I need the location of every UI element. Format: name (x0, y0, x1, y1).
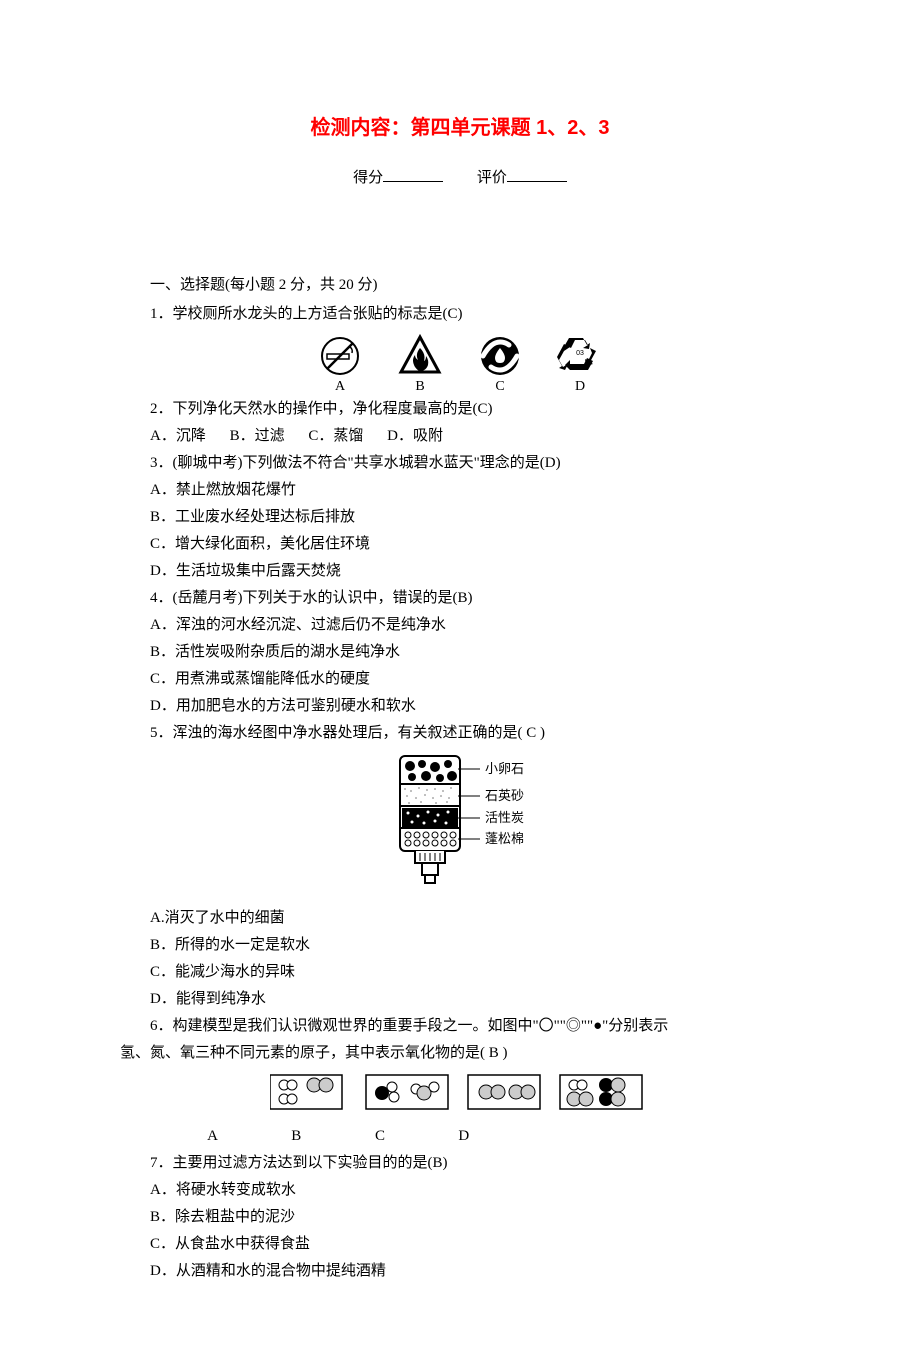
molecule-box-a (270, 1075, 342, 1109)
q7-opt-b: B．除去粗盐中的泥沙 (120, 1204, 800, 1231)
molecule-box-b (366, 1075, 448, 1109)
q1-label-b: B (415, 379, 424, 394)
q2-options: A．沉降 B．过滤 C．蒸馏 D．吸附 (120, 423, 800, 450)
q7-opt-d: D．从酒精和水的混合物中提纯酒精 (120, 1258, 800, 1285)
q1-label-a: A (335, 379, 346, 394)
question-6-line2: 氢、氮、氧三种不同元素的原子，其中表示氧化物的是( B ) (120, 1040, 800, 1067)
q6-option-labels: A B C D (120, 1123, 800, 1150)
q6-label-b: B (241, 1123, 321, 1150)
section-1-head: 一、选择题(每小题 2 分，共 20 分) (120, 272, 800, 299)
q2-opt-b: B．过滤 (230, 428, 285, 444)
q4-opt-c: C．用煮沸或蒸馏能降低水的硬度 (120, 666, 800, 693)
eval-blank (507, 164, 567, 182)
eval-label: 评价 (477, 170, 507, 186)
filter-layer-3: 活性炭 (485, 810, 524, 825)
flammable-icon: B (401, 337, 439, 394)
q6-label-c: C (325, 1123, 405, 1150)
filter-layer-2: 石英砂 (485, 788, 524, 803)
score-label: 得分 (353, 170, 383, 186)
water-filter-diagram: 小卵石 石英砂 活性炭 蓬松棉 (120, 751, 800, 901)
q3-opt-b: B．工业废水经处理达标后排放 (120, 504, 800, 531)
water-save-icon: C (481, 337, 519, 394)
q1-label-d: D (575, 379, 585, 394)
question-7: 7．主要用过滤方法达到以下实验目的的是(B) (120, 1150, 800, 1177)
question-1: 1．学校厕所水龙头的上方适合张贴的标志是(C) (120, 301, 800, 328)
score-eval-row: 得分 评价 (120, 164, 800, 192)
q5-opt-b: B．所得的水一定是软水 (120, 932, 800, 959)
q1-label-c: C (495, 379, 504, 394)
q3-opt-a: A．禁止燃放烟花爆竹 (120, 477, 800, 504)
q3-opt-c: C．增大绿化面积，美化居住环境 (120, 531, 800, 558)
score-blank (383, 164, 443, 182)
question-5: 5．浑浊的海水经图中净水器处理后，有关叙述正确的是( C ) (120, 720, 800, 747)
recycle-icon: 03 D (557, 338, 596, 394)
q2-opt-a: A．沉降 (150, 428, 206, 444)
q4-opt-b: B．活性炭吸附杂质后的湖水是纯净水 (120, 639, 800, 666)
q6-label-d: D (409, 1123, 489, 1150)
q5-opt-a: A.消灭了水中的细菌 (120, 905, 800, 932)
q4-opt-d: D．用加肥皂水的方法可鉴别硬水和软水 (120, 693, 800, 720)
q6-molecule-diagram (120, 1073, 800, 1121)
molecule-box-d (560, 1075, 642, 1109)
q1-icon-row: A B C 03 D (120, 334, 800, 394)
q4-opt-a: A．浑浊的河水经沉淀、过滤后仍不是纯净水 (120, 612, 800, 639)
filter-layer-1: 小卵石 (485, 761, 524, 776)
filter-layer-4: 蓬松棉 (485, 831, 524, 846)
q2-opt-c: C．蒸馏 (308, 428, 363, 444)
question-2: 2．下列净化天然水的操作中，净化程度最高的是(C) (120, 396, 800, 423)
question-4: 4．(岳麓月考)下列关于水的认识中，错误的是(B) (120, 585, 800, 612)
question-6-line1: 6．构建模型是我们认识微观世界的重要手段之一。如图中"〇""◎""●"分别表示 (120, 1013, 800, 1040)
question-3: 3．(聊城中考)下列做法不符合"共享水城碧水蓝天"理念的是(D) (120, 450, 800, 477)
svg-text:03: 03 (576, 350, 584, 357)
page-title: 检测内容：第四单元课题 1、2、3 (120, 110, 800, 146)
q3-opt-d: D．生活垃圾集中后露天焚烧 (120, 558, 800, 585)
q7-opt-a: A．将硬水转变成软水 (120, 1177, 800, 1204)
no-smoking-icon: A (322, 338, 358, 394)
q7-opt-c: C．从食盐水中获得食盐 (120, 1231, 800, 1258)
molecule-box-c (468, 1075, 540, 1109)
q5-opt-c: C．能减少海水的异味 (120, 959, 800, 986)
q2-opt-d: D．吸附 (387, 428, 443, 444)
q5-opt-d: D．能得到纯净水 (120, 986, 800, 1013)
q6-label-a: A (158, 1123, 238, 1150)
